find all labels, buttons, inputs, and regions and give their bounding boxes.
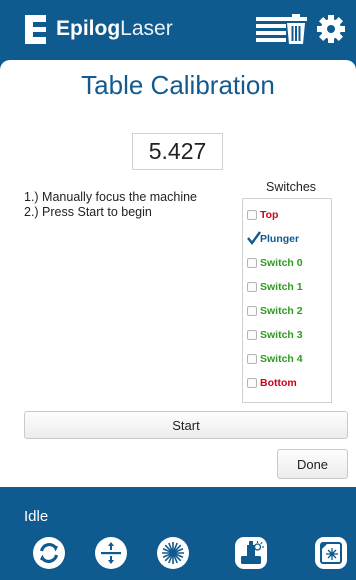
job-icon — [235, 537, 267, 569]
switch-checkbox — [247, 354, 257, 364]
switch-checkbox — [247, 210, 257, 220]
switch-label: Top — [260, 209, 279, 221]
switch-item-switch-1: Switch 1 — [247, 279, 303, 295]
switch-item-bottom: Bottom — [247, 375, 297, 391]
brand-logo-bold: Epilog — [56, 17, 121, 40]
switch-item-top: Top — [247, 207, 278, 223]
settings-button[interactable] — [314, 12, 348, 46]
switches-title: Switches — [266, 180, 317, 194]
focus-button[interactable] — [94, 536, 128, 570]
start-button[interactable]: Start — [24, 411, 348, 439]
logo-mark-icon — [25, 15, 46, 44]
frame-icon — [315, 537, 347, 569]
switch-item-switch-0: Switch 0 — [247, 255, 303, 271]
done-button[interactable]: Done — [277, 449, 348, 479]
switch-checkbox — [247, 378, 257, 388]
switch-item-switch-4: Switch 4 — [247, 351, 303, 367]
switch-label: Switch 3 — [260, 329, 303, 341]
switch-label: Plunger — [260, 233, 300, 245]
switch-label: Switch 2 — [260, 305, 303, 317]
switch-item-switch-2: Switch 2 — [247, 303, 303, 319]
focus-icon — [95, 537, 127, 569]
calibration-value-display: 5.427 — [132, 133, 223, 170]
switch-checkbox — [247, 258, 257, 268]
status-text: Idle — [24, 508, 49, 525]
refresh-button[interactable] — [32, 536, 66, 570]
laser-button[interactable] — [156, 536, 190, 570]
switch-label: Switch 1 — [260, 281, 303, 293]
trash-icon — [285, 14, 307, 44]
checkmark-icon — [247, 231, 261, 245]
brand-logo-light: Laser — [120, 17, 173, 40]
switch-checkbox — [247, 282, 257, 292]
brand-logo: EpilogLaser — [56, 14, 173, 44]
page-title: Table Calibration — [81, 70, 275, 100]
gear-icon — [317, 15, 345, 43]
instruction-step-2: 2.) Press Start to begin — [24, 205, 152, 219]
switch-label: Switch 4 — [260, 353, 303, 365]
switches-panel: Top Plunger Switch 0 Switch 1 Switch 2 S… — [242, 198, 332, 403]
job-button[interactable] — [234, 536, 268, 570]
switch-item-plunger: Plunger — [247, 231, 299, 247]
refresh-icon — [33, 537, 65, 569]
delete-button[interactable] — [276, 12, 316, 46]
switch-label: Bottom — [260, 377, 297, 389]
switch-checkbox — [247, 231, 261, 245]
instruction-step-1: 1.) Manually focus the machine — [24, 190, 198, 204]
switch-checkbox — [247, 306, 257, 316]
frame-button[interactable] — [314, 536, 348, 570]
switch-label: Switch 0 — [260, 257, 303, 269]
switch-item-switch-3: Switch 3 — [247, 327, 303, 343]
laser-icon — [157, 537, 189, 569]
switch-checkbox — [247, 330, 257, 340]
